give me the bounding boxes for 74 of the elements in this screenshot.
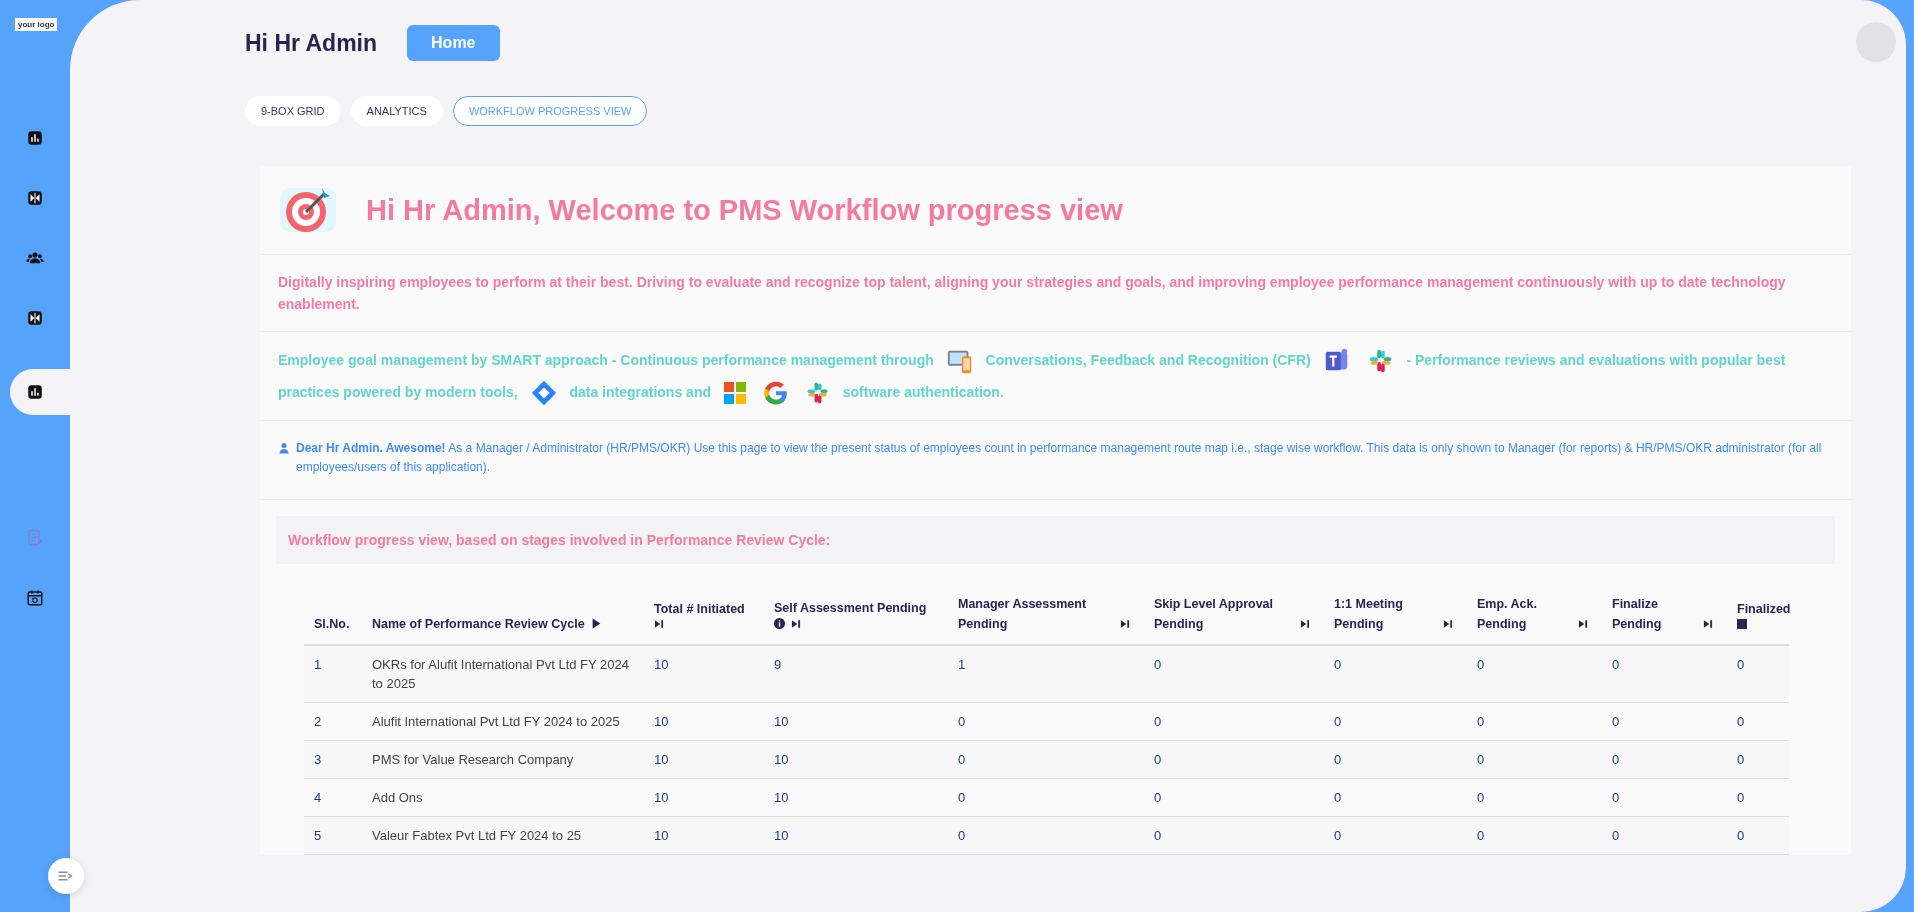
table-cell: 0 (1334, 714, 1342, 729)
table-cell: 0 (1477, 752, 1485, 767)
table-cell: 10 (774, 790, 789, 805)
goal-text: - Performance reviews and evaluations with popular best (1406, 352, 1786, 368)
table-cell: OKRs for Alufit International Pvt Ltd FY 2024 to 2025 (372, 657, 629, 691)
column-header: Self Assessment Pending (774, 600, 927, 617)
table-cell: 0 (1154, 657, 1162, 672)
table-cell: PMS for Value Research Company (372, 752, 574, 767)
column-header: Finalize Pending (1612, 596, 1663, 633)
section-heading: Workflow progress view, based on stages involved in Performance Review Cycle: (276, 516, 1835, 564)
logo: your logo (15, 18, 58, 31)
table-cell: 0 (958, 828, 966, 843)
table-cell: Alufit International Pvt Ltd FY 2024 to 2025 (372, 714, 620, 729)
table-cell: 0 (958, 714, 966, 729)
column-header: Emp. Ack. Pending (1477, 596, 1538, 633)
table-cell: 0 (1477, 657, 1485, 672)
table-cell: 0 (1737, 752, 1745, 767)
table-cell: 0 (1154, 714, 1162, 729)
table-cell: 0 (1737, 790, 1745, 805)
table-cell: 0 (1612, 828, 1620, 843)
column-header: Sl.No. (314, 616, 350, 633)
table-cell: 0 (1154, 790, 1162, 805)
table-cell: 10 (654, 790, 669, 805)
table-cell: 10 (774, 752, 789, 767)
table-cell: 1 (958, 657, 966, 672)
table-cell: 0 (1612, 714, 1620, 729)
table-cell: 0 (1737, 657, 1745, 672)
column-header: Finalized (1737, 601, 1791, 618)
tab[interactable]: 9-BOX GRID (245, 96, 341, 126)
welcome-title: Hi Hr Admin, Welcome to PMS Workflow progress view (366, 193, 1123, 227)
table-cell: 0 (1334, 752, 1342, 767)
table-cell: 4 (314, 790, 322, 805)
table-cell: 10 (654, 714, 669, 729)
table-cell: 0 (1737, 828, 1745, 843)
table-cell: Add Ons (372, 790, 423, 805)
goal-text: Employee goal management by SMART approach - Continuous performance management through (278, 352, 934, 368)
table-cell: 10 (774, 714, 789, 729)
info-note: Dear Hr Admin. Awesome! As a Manager / Administrator (HR/PMS/OKR) Use this page to view the present status of employees count in performance management route map i.e., stage wise workflow. This data is only shown to Manager (for reports) & HR/PMS/OKR administrator (for all employees/users of this application). (296, 440, 1823, 476)
table-cell: 0 (1612, 657, 1620, 672)
goal-text: data integrations and (569, 384, 711, 400)
greeting-title: Hi Hr Admin (245, 29, 378, 57)
table-cell: 0 (1154, 828, 1162, 843)
table-cell: 10 (654, 752, 669, 767)
table-cell: 0 (1612, 752, 1620, 767)
table-cell: 2 (314, 714, 322, 729)
goal-text: practices powered by modern tools, (278, 384, 518, 400)
table-cell: 10 (654, 828, 669, 843)
table-cell: 3 (314, 752, 322, 767)
table-cell: 10 (774, 828, 789, 843)
table-cell: 0 (1477, 714, 1485, 729)
table-cell: 0 (1477, 790, 1485, 805)
tab[interactable]: ANALYTICS (350, 96, 443, 126)
table-cell: 0 (1477, 828, 1485, 843)
column-header: Name of Performance Review Cycle (372, 616, 585, 633)
column-header: Manager Assessment Pending (958, 596, 1088, 633)
table-cell: 9 (774, 657, 782, 672)
table-cell: 0 (1334, 828, 1342, 843)
column-header: 1:1 Meeting Pending (1334, 596, 1404, 633)
table-cell: 0 (1154, 752, 1162, 767)
column-header: Skip Level Approval Pending (1154, 596, 1275, 633)
table-cell: 0 (1737, 714, 1745, 729)
goal-text: Conversations, Feedback and Recognition (CFR) (985, 352, 1311, 368)
table-cell: 0 (1334, 657, 1342, 672)
table-cell: 0 (958, 790, 966, 805)
table-cell: 10 (654, 657, 669, 672)
intro-text: Digitally inspiring employees to perform at their best. Driving to evaluate and recognize top talent, aligning your strategies and goals, and improving employee performance management continuously with up to date technology enablement. (260, 255, 1851, 332)
table-cell: 5 (314, 828, 322, 843)
table-cell: 0 (958, 752, 966, 767)
table-cell: Valeur Fabtex Pvt Ltd FY 2024 to 25 (372, 828, 582, 843)
table-cell: 0 (1612, 790, 1620, 805)
column-header: Total # Initiated (654, 601, 745, 618)
goal-text: software authentication. (842, 384, 1004, 400)
table-cell: 0 (1334, 790, 1342, 805)
table-cell: 1 (314, 657, 322, 672)
